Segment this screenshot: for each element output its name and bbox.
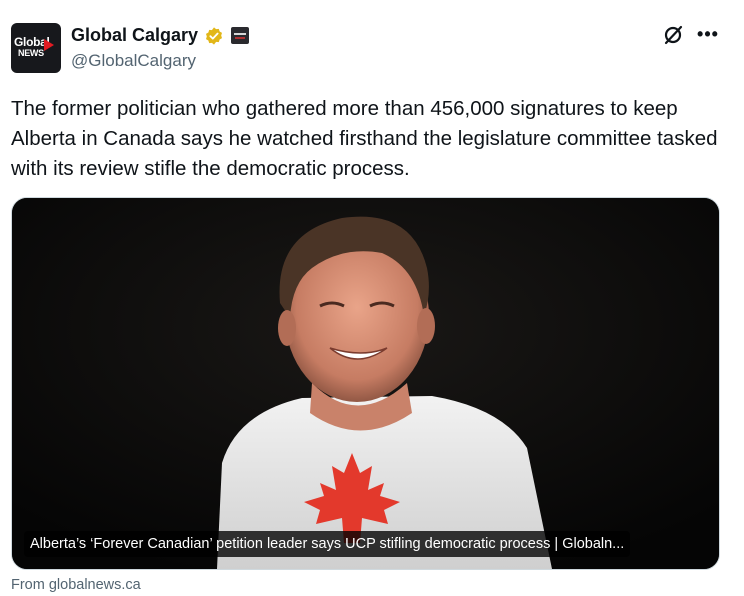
link-preview-card[interactable]: Alberta’s ‘Forever Canadian’ petition le… [11,197,720,570]
card-title[interactable]: Alberta’s ‘Forever Canadian’ petition le… [24,531,631,557]
author-display-name[interactable]: Global Calgary [71,24,198,46]
article-photo [12,198,719,569]
more-options-icon[interactable]: ••• [695,23,721,45]
link-source[interactable]: From globalnews.ca [11,575,141,595]
post-text: The former politician who gathered more … [11,97,718,180]
affiliate-badge-icon[interactable] [231,27,249,44]
post-container: Global NEWS Global Calgary @GlobalCalgar… [0,0,744,596]
author-handle[interactable]: @GlobalCalgary [71,50,196,72]
logo-arrow-icon [44,39,54,51]
verified-badge-icon[interactable] [204,26,224,46]
grok-icon[interactable] [662,24,684,46]
author-avatar[interactable]: Global NEWS [11,23,61,73]
